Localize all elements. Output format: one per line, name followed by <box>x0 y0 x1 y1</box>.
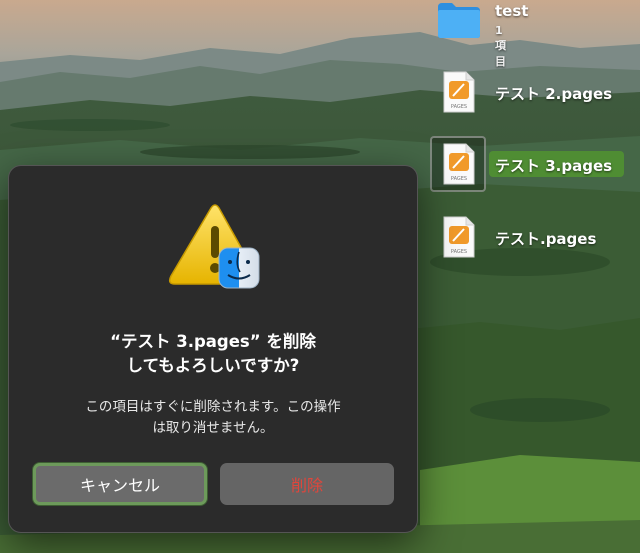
file-name: テスト 3.pages <box>495 157 613 175</box>
pages-document-icon: PAGES <box>443 71 475 113</box>
cancel-button[interactable]: キャンセル <box>33 463 207 505</box>
pages-badge: PAGES <box>451 249 467 255</box>
folder-icon <box>438 3 480 38</box>
delete-confirmation-dialog: “テスト 3.pages” を削除 してもよろしいですか? この項目はすぐに削除… <box>8 165 418 533</box>
pages-document-icon: PAGES <box>443 143 475 185</box>
pages-document-icon: PAGES <box>443 216 475 258</box>
dialog-title-line2: してもよろしいですか? <box>126 356 300 375</box>
file-name: テスト 2.pages <box>495 85 613 103</box>
file-name: テスト.pages <box>495 230 597 248</box>
dialog-message: この項目はすぐに削除されます。この操作 は取り消せません。 <box>19 397 407 439</box>
delete-button[interactable]: 削除 <box>220 463 394 505</box>
dialog-message-line2: は取り消せません。 <box>152 420 274 436</box>
dialog-title-line1: “テスト 3.pages” を削除 <box>110 332 316 351</box>
dialog-title: “テスト 3.pages” を削除 してもよろしいですか? <box>19 330 407 378</box>
folder-name: test <box>495 2 529 20</box>
dialog-message-line1: この項目はすぐに削除されます。この操作 <box>85 399 341 415</box>
pages-badge: PAGES <box>451 176 467 182</box>
folder-item-count: 1項目 <box>495 24 506 68</box>
warning-finder-icon <box>168 204 260 289</box>
pages-badge: PAGES <box>451 104 467 110</box>
